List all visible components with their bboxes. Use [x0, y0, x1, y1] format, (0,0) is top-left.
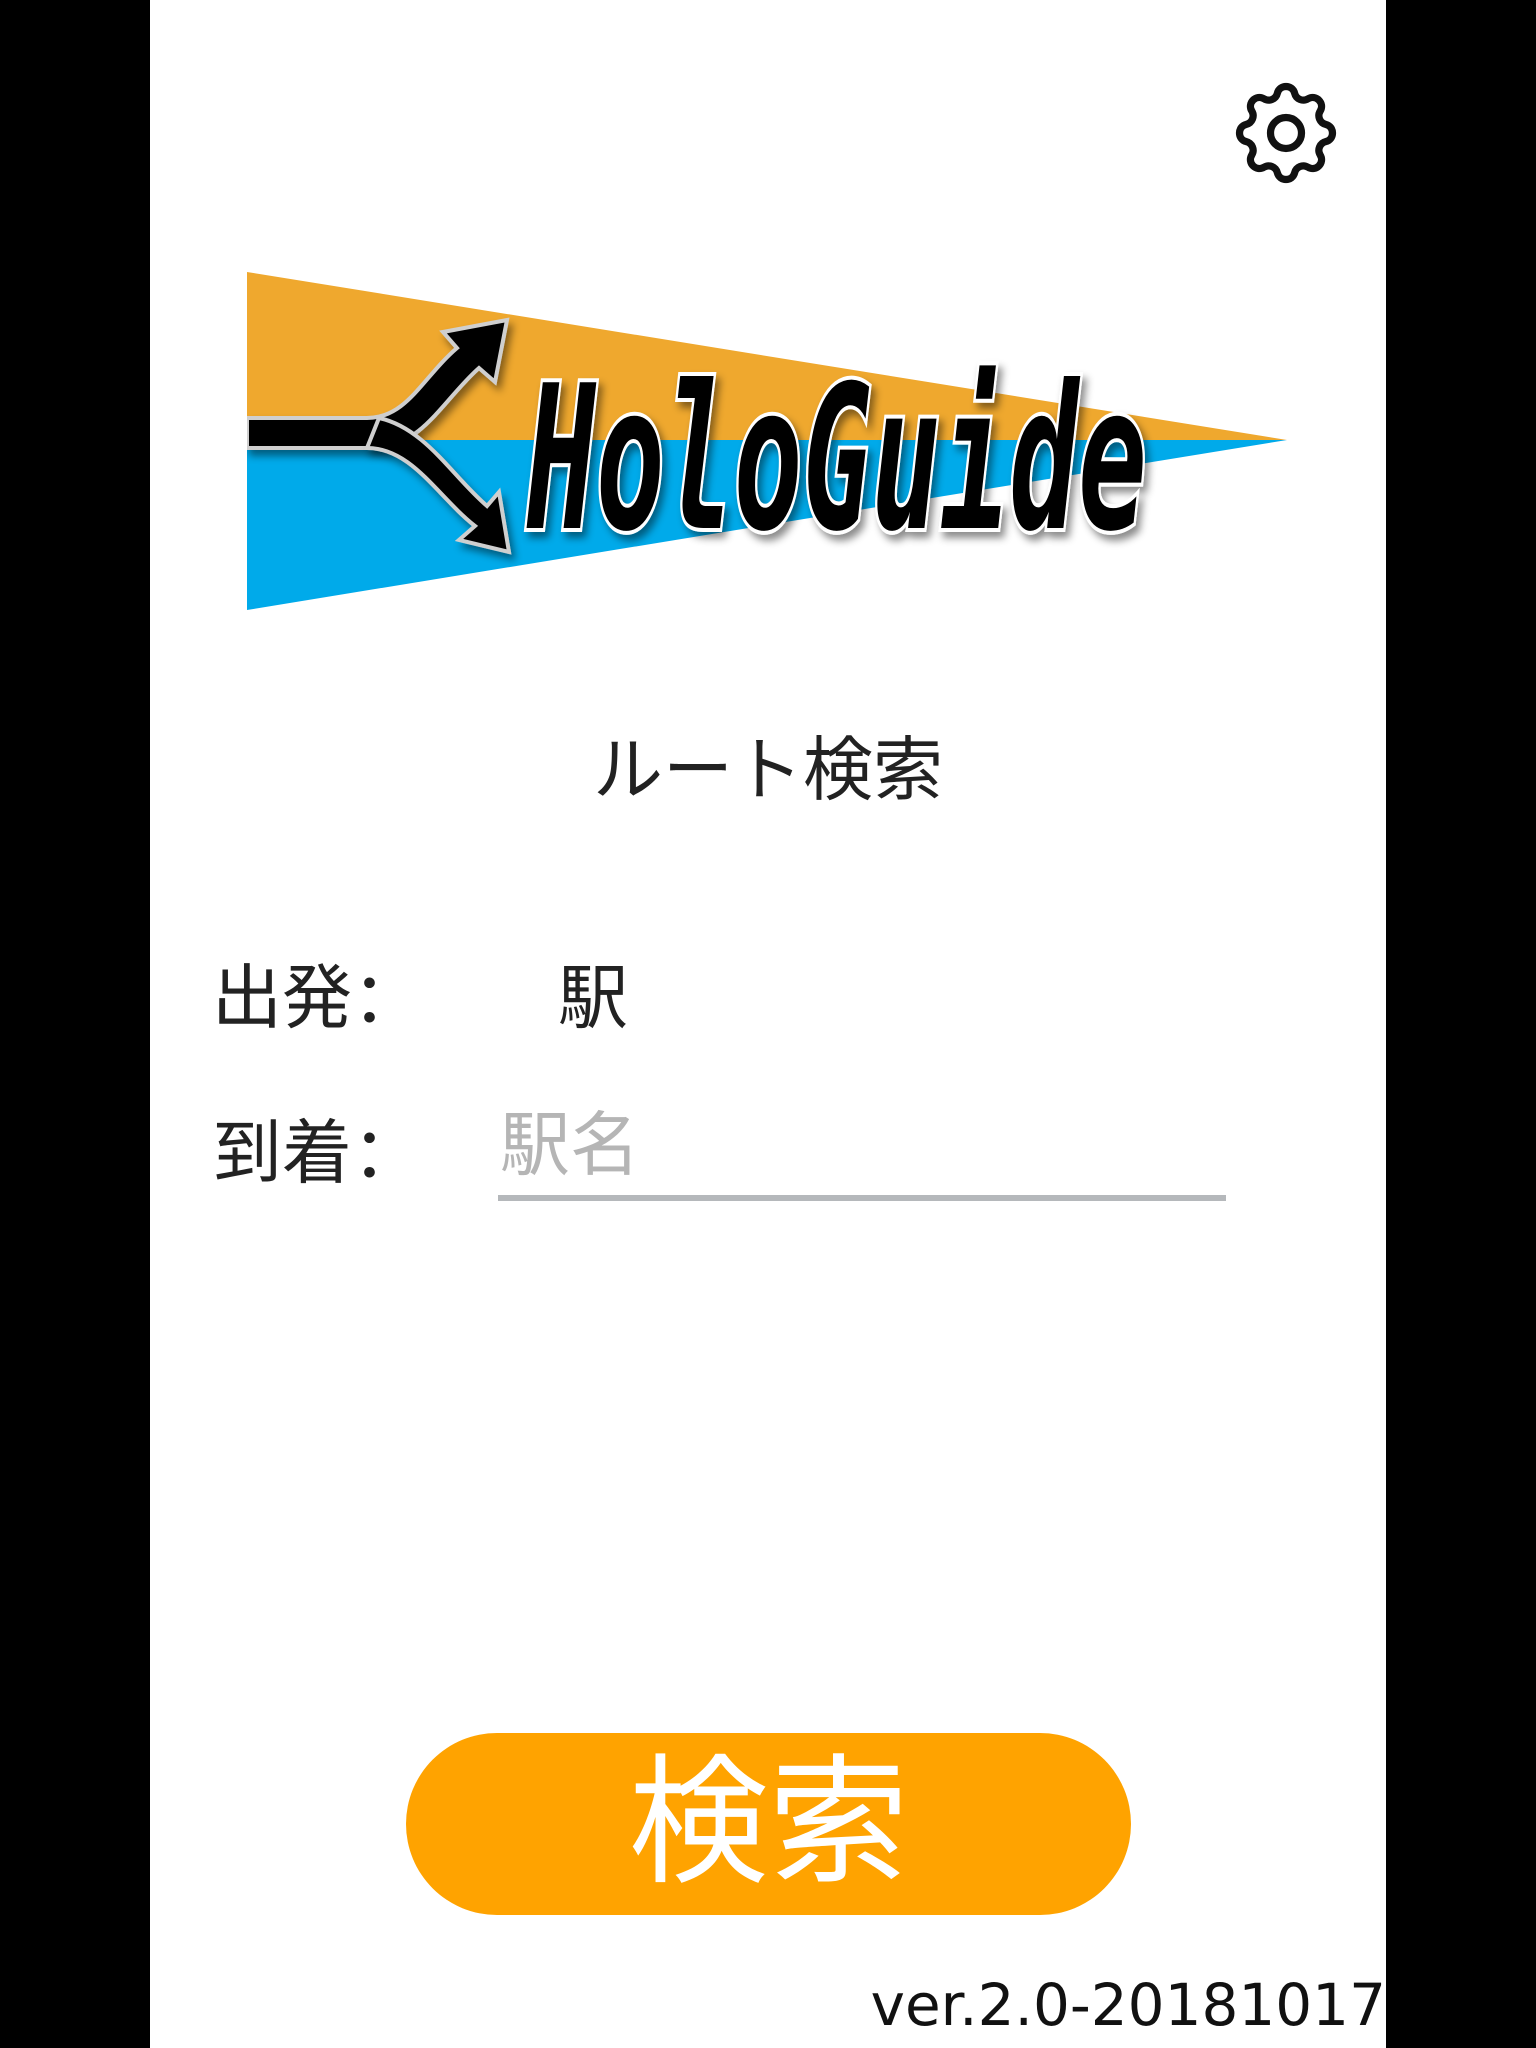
settings-button[interactable]: [1171, 18, 1386, 248]
logo-text: HoloGuide: [526, 343, 1147, 576]
logo-wordmark: HoloGuide: [522, 339, 1151, 580]
arrival-label: 到着：: [212, 1112, 422, 1194]
search-button[interactable]: 検索: [406, 1733, 1131, 1915]
app-screen: HoloGuide ルート検索 出発： 駅 到着： 検索 ver.2.0-201…: [150, 0, 1386, 2048]
departure-label: 出発：: [212, 957, 422, 1039]
gear-icon: [1235, 82, 1337, 184]
version-label: ver.2.0-20181017: [870, 1971, 1386, 2039]
hologuide-logo: HoloGuide: [247, 272, 1287, 610]
arrival-station-input[interactable]: [498, 1095, 1226, 1201]
departure-value[interactable]: 駅: [558, 953, 628, 1043]
route-search-title: ルート検索: [593, 729, 943, 811]
